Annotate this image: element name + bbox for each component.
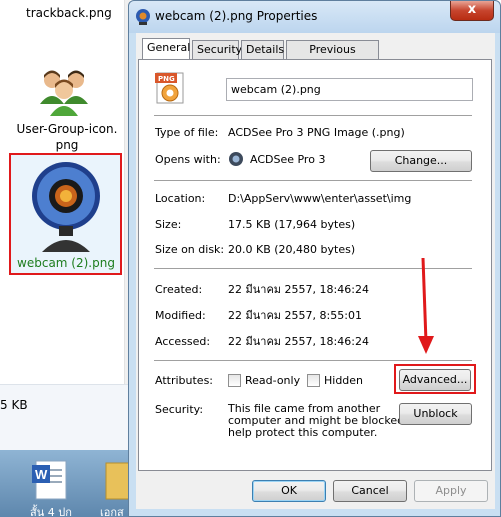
location-value: D:\AppServ\www\enter\asset\img (228, 192, 412, 205)
file-label-trackback[interactable]: trackback.png (26, 5, 112, 21)
dialog-title: webcam (2).png Properties (155, 9, 318, 23)
folder-icon[interactable] (104, 455, 131, 507)
opens-with-value: ACDSee Pro 3 (250, 153, 326, 166)
size-on-disk-label: Size on disk: (155, 243, 225, 256)
taskbar-item-label-2: เอกส (100, 506, 124, 517)
size-on-disk-value: 20.0 KB (20,480 bytes) (228, 243, 356, 256)
tab-previous-versions[interactable]: Previous Versions (286, 40, 379, 74)
dialog-titlebar[interactable]: webcam (2).png Properties x (129, 1, 500, 33)
modified-label: Modified: (155, 309, 206, 322)
tab-security[interactable]: Security (192, 40, 242, 60)
red-annotation-arrow (414, 256, 438, 356)
png-file-icon: PNG (153, 71, 187, 105)
type-of-file-label: Type of file: (155, 126, 219, 139)
security-text-line3: help protect this computer. (228, 426, 378, 439)
apply-button[interactable]: Apply (414, 480, 488, 502)
size-value: 17.5 KB (17,964 bytes) (228, 218, 356, 231)
type-of-file-value: ACDSee Pro 3 PNG Image (.png) (228, 126, 405, 139)
cancel-button[interactable]: Cancel (333, 480, 407, 502)
png-badge-text: PNG (158, 75, 175, 83)
security-label: Security: (155, 403, 204, 416)
opens-with-label: Opens with: (155, 153, 221, 166)
file-label-user-group[interactable]: User-Group-icon. png (14, 121, 120, 153)
created-value: 22 มีนาคม 2557, 18:46:24 (228, 283, 369, 296)
ok-button[interactable]: OK (252, 480, 326, 502)
advanced-button[interactable]: Advanced... (399, 369, 471, 391)
taskbar-item-label: สั้น 4 ปก (30, 506, 72, 517)
details-size-text: 5 KB (0, 398, 28, 412)
tab-general[interactable]: General (142, 38, 190, 60)
attributes-label: Attributes: (155, 374, 214, 387)
accessed-value: 22 มีนาคม 2557, 18:46:24 (228, 335, 369, 348)
separator (154, 115, 472, 116)
file-label-webcam[interactable]: webcam (2).png (14, 255, 118, 271)
user-group-icon[interactable] (36, 64, 92, 116)
separator (154, 360, 472, 361)
webcam-icon[interactable] (30, 160, 102, 252)
separator (154, 180, 472, 181)
word-document-icon[interactable]: W (28, 455, 74, 507)
webcam-title-icon (134, 8, 152, 26)
created-label: Created: (155, 283, 203, 296)
tab-details[interactable]: Details (241, 40, 284, 60)
modified-value: 22 มีนาคม 2557, 8:55:01 (228, 309, 362, 322)
explorer-details-pane (0, 384, 130, 450)
hidden-label[interactable]: Hidden (324, 374, 363, 388)
hidden-checkbox[interactable] (307, 374, 320, 387)
close-button[interactable]: x (450, 1, 494, 21)
unblock-button[interactable]: Unblock (399, 403, 472, 425)
file-label-user-group-line1: User-Group-icon. (16, 122, 118, 136)
readonly-checkbox[interactable] (228, 374, 241, 387)
security-text: This file came from another computer and… (228, 403, 419, 439)
change-button[interactable]: Change... (370, 150, 472, 172)
file-name-field[interactable] (226, 78, 473, 101)
file-label-user-group-line2: png (55, 138, 79, 152)
svg-text:W: W (35, 467, 48, 482)
location-label: Location: (155, 192, 206, 205)
accessed-label: Accessed: (155, 335, 211, 348)
acdsee-app-icon (228, 151, 244, 167)
readonly-label[interactable]: Read-only (245, 374, 300, 388)
size-label: Size: (155, 218, 182, 231)
